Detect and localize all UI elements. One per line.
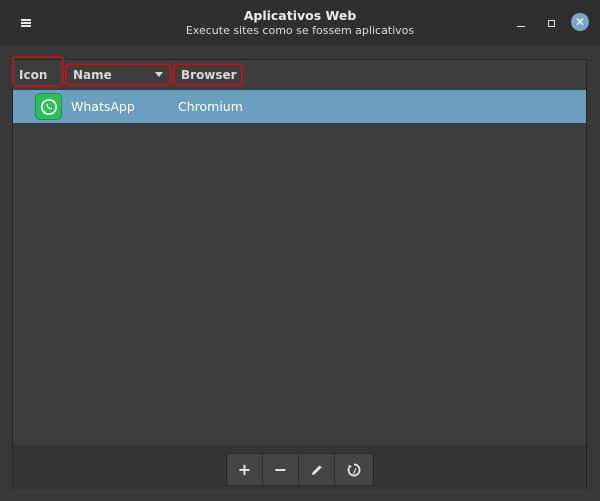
whatsapp-icon [35, 93, 62, 120]
webapps-list: Icon Name Browser WhatsApp Chromium + − [12, 56, 587, 489]
minimize-button[interactable] [511, 13, 531, 33]
run-button[interactable] [335, 454, 373, 485]
column-header: Icon Name Browser [12, 56, 586, 91]
menu-button[interactable] [16, 13, 36, 33]
table-row[interactable]: WhatsApp Chromium [13, 90, 586, 123]
minimize-icon [517, 25, 525, 28]
bottom-toolbar-strip: + − [13, 446, 586, 489]
hamburger-icon [21, 19, 31, 27]
column-separator [61, 66, 62, 84]
maximize-icon [547, 19, 555, 27]
close-icon: ✕ [571, 13, 589, 31]
header-bar: Aplicativos Web Execute sites como se fo… [0, 0, 600, 46]
add-button[interactable]: + [227, 454, 263, 485]
maximize-button[interactable] [541, 13, 561, 33]
remove-button[interactable]: − [263, 454, 299, 485]
window-title: Aplicativos Web [243, 8, 357, 23]
app-window: Aplicativos Web Execute sites como se fo… [0, 0, 600, 501]
column-name[interactable]: Name [73, 60, 112, 90]
row-browser-name: Chromium [178, 99, 243, 114]
column-separator [171, 66, 172, 84]
edit-button[interactable] [299, 454, 335, 485]
column-icon[interactable]: Icon [19, 60, 47, 90]
window-subtitle: Execute sites como se fossem aplicativos [185, 24, 415, 37]
pencil-icon [311, 464, 322, 475]
row-app-name: WhatsApp [71, 99, 135, 114]
run-icon [347, 463, 361, 476]
close-button[interactable]: ✕ [570, 12, 590, 32]
sort-descending-icon [155, 72, 163, 77]
window-titles: Aplicativos Web Execute sites como se fo… [150, 8, 450, 38]
column-browser[interactable]: Browser [181, 60, 237, 90]
action-toolbar: + − [226, 453, 374, 486]
